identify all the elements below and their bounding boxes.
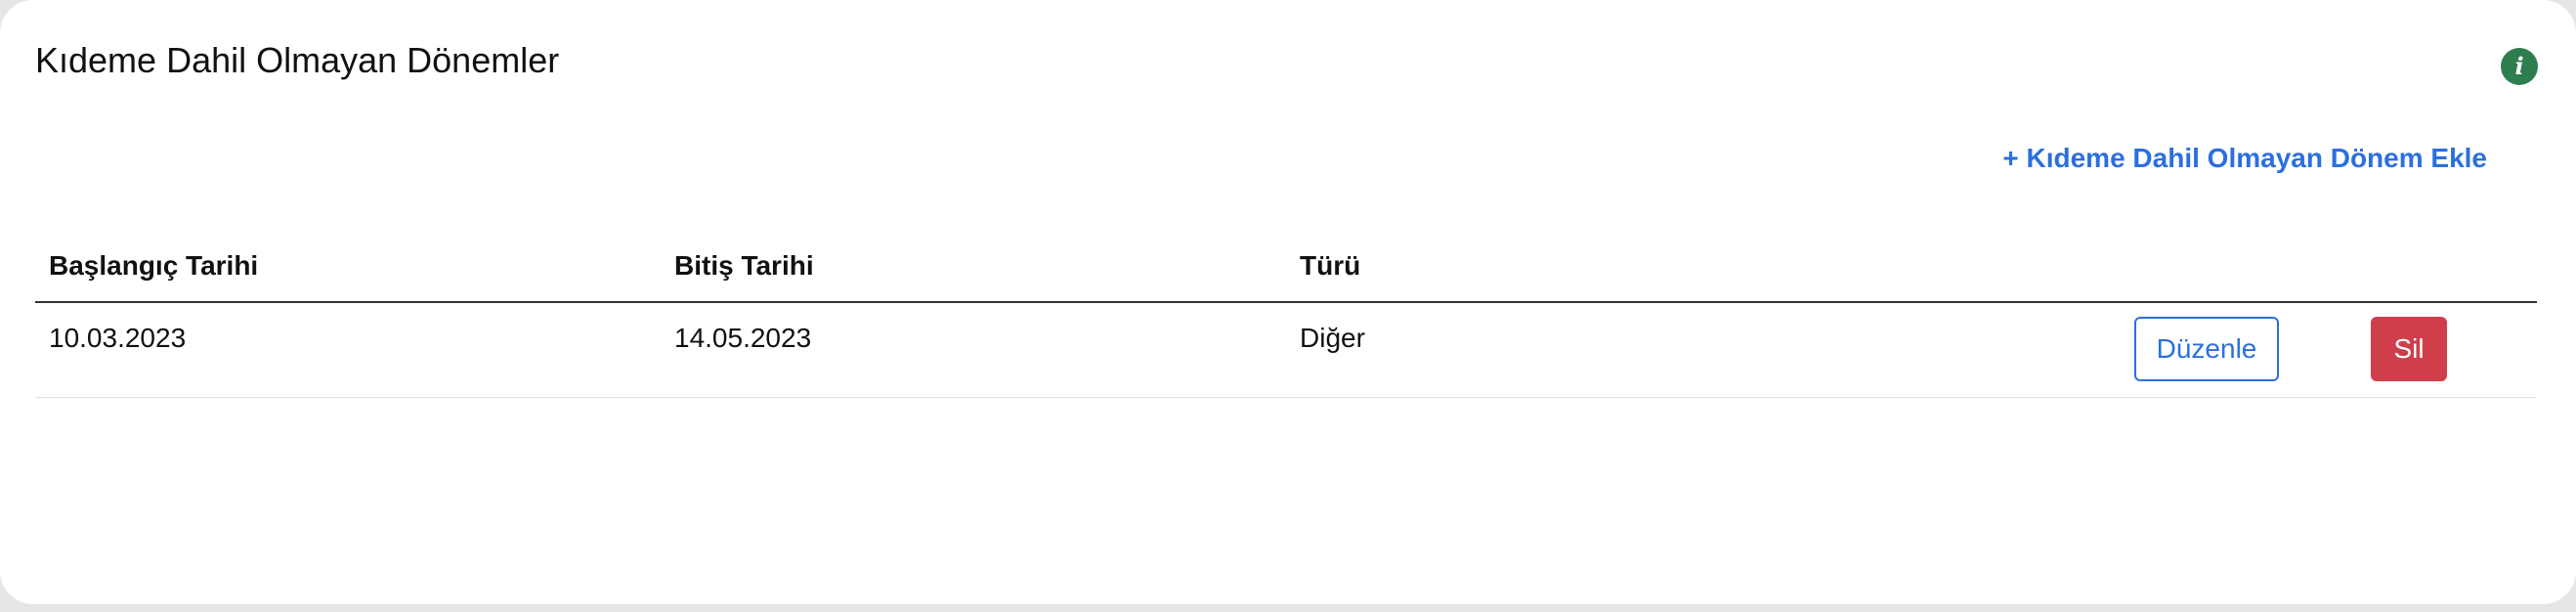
section-title: Kıdeme Dahil Olmayan Dönemler (35, 40, 560, 80)
table-row: 10.03.2023 14.05.2023 Diğer Düzenle Sil (35, 303, 2537, 398)
column-header-end-date: Bitiş Tarihi (674, 250, 814, 281)
start-date-cell: 10.03.2023 (49, 323, 187, 353)
add-period-link[interactable]: + Kıdeme Dahil Olmayan Dönem Ekle (2002, 139, 2487, 178)
type-cell: Diğer (1300, 323, 1365, 353)
column-header-start-date: Başlangıç Tarihi (49, 250, 259, 281)
non-seniority-periods-card: Kıdeme Dahil Olmayan Dönemler i + Kıdeme… (0, 0, 2576, 604)
column-header-type: Türü (1300, 250, 1361, 281)
info-icon[interactable]: i (2501, 48, 2538, 85)
table-header: Başlangıç Tarihi Bitiş Tarihi Türü (35, 242, 2537, 303)
end-date-cell: 14.05.2023 (674, 323, 812, 353)
delete-button[interactable]: Sil (2371, 317, 2447, 381)
periods-table: Başlangıç Tarihi Bitiş Tarihi Türü 10.03… (35, 242, 2537, 398)
edit-button[interactable]: Düzenle (2134, 317, 2279, 381)
